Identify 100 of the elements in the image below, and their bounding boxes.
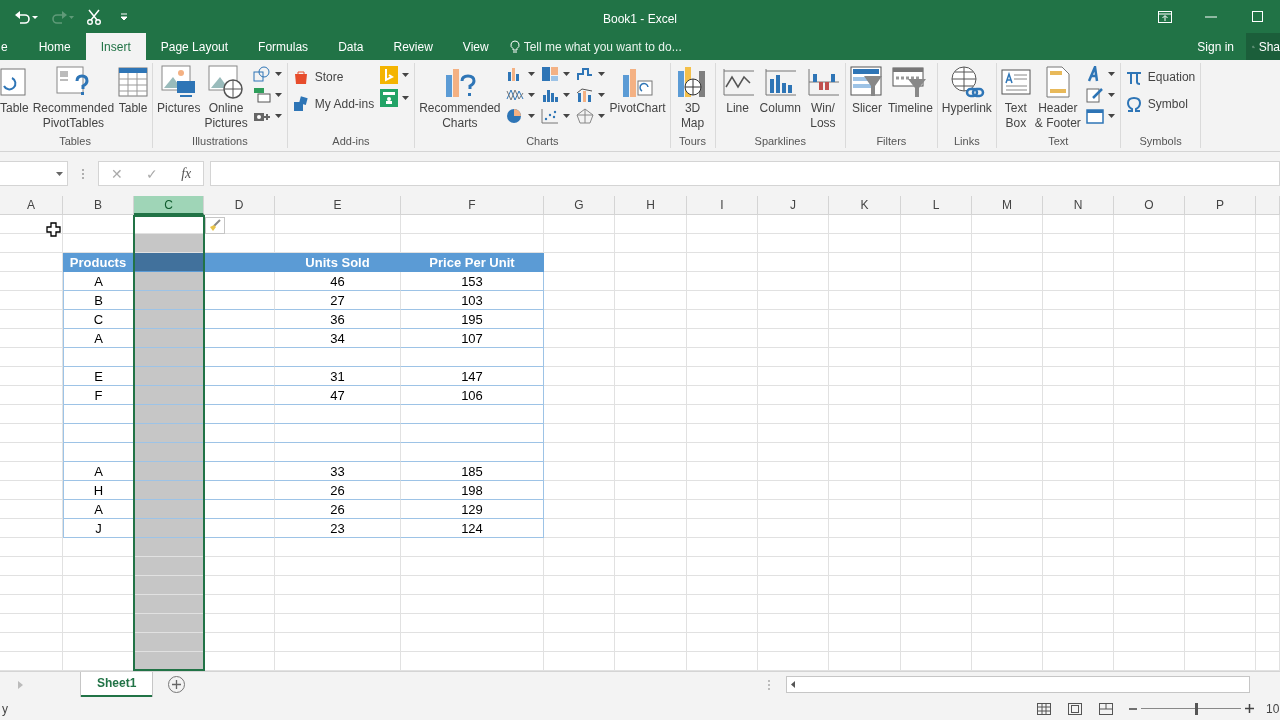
column-header[interactable]: F xyxy=(401,196,544,215)
table-cell xyxy=(204,519,275,538)
column-header[interactable]: C xyxy=(134,196,204,215)
ribbon-button[interactable]: Symbol xyxy=(1123,92,1198,116)
share-button[interactable]: Sha xyxy=(1246,33,1280,60)
ribbon-button[interactable]: Recommended Charts xyxy=(417,63,503,131)
column-header[interactable]: J xyxy=(758,196,829,215)
grid-cell xyxy=(829,329,901,348)
grid-cell xyxy=(1114,595,1185,614)
column-header[interactable]: B xyxy=(63,196,134,215)
ribbon-icon-button[interactable] xyxy=(378,88,412,108)
column-header[interactable]: D xyxy=(204,196,275,215)
column-header[interactable]: M xyxy=(972,196,1043,215)
ribbon-button[interactable]: 3D Map xyxy=(672,63,713,131)
page-layout-icon[interactable] xyxy=(1068,702,1082,715)
ribbon-button[interactable]: Store xyxy=(290,65,377,89)
grid-cell xyxy=(1114,291,1185,310)
column-header[interactable]: N xyxy=(1043,196,1114,215)
sign-in-link[interactable]: Sign in xyxy=(1185,33,1246,60)
ribbon-tab[interactable]: Review xyxy=(378,33,448,60)
grid-cell xyxy=(687,481,758,500)
table-cell xyxy=(134,386,204,405)
ribbon-tab[interactable]: Data xyxy=(323,33,379,60)
column-header[interactable]: K xyxy=(829,196,901,215)
undo-button[interactable] xyxy=(14,9,38,24)
grid-cell xyxy=(972,272,1043,291)
zoom-slider[interactable] xyxy=(1141,702,1241,715)
ribbon-icon-button[interactable] xyxy=(538,107,572,125)
ribbon-tab[interactable]: e xyxy=(0,33,24,60)
timeline-icon xyxy=(892,65,929,99)
slider-thumb[interactable] xyxy=(1195,702,1198,715)
table-cell xyxy=(63,348,134,367)
ribbon-tab[interactable]: Page Layout xyxy=(145,33,244,60)
ribbon-button[interactable]: Line xyxy=(717,63,758,116)
column-header[interactable]: G xyxy=(544,196,615,215)
grid-cell xyxy=(901,519,972,538)
insert-function-button[interactable]: fx xyxy=(181,165,192,182)
ribbon-button[interactable]: PivotChart xyxy=(607,63,668,116)
ribbon-tab[interactable]: View xyxy=(447,33,504,60)
grid-cell xyxy=(1043,595,1114,614)
normal-view-icon[interactable] xyxy=(1037,702,1051,715)
ribbon-tab[interactable]: Formulas xyxy=(243,33,324,60)
ribbon-button[interactable]: Pictures xyxy=(155,63,203,116)
ribbon-button[interactable]: Slicer xyxy=(847,63,886,116)
caret-icon xyxy=(597,114,605,118)
column-header[interactable]: H xyxy=(615,196,687,215)
column-header[interactable]: A xyxy=(0,196,63,215)
grid-cell xyxy=(972,234,1043,253)
ribbon-tab[interactable]: Home xyxy=(23,33,86,60)
ribbon-button[interactable]: Equation xyxy=(1123,65,1198,89)
grid-cell xyxy=(0,557,63,576)
ribbon-icon-button[interactable] xyxy=(573,107,607,125)
cut-button[interactable] xyxy=(86,8,102,25)
grid-cell xyxy=(204,538,275,557)
zoom-level[interactable]: 10 xyxy=(1266,701,1280,716)
ribbon-icon-button[interactable] xyxy=(378,65,412,85)
column-header[interactable]: P xyxy=(1185,196,1256,215)
ribbon-button[interactable]: Online Pictures xyxy=(202,63,250,131)
column-header[interactable]: I xyxy=(687,196,758,215)
grid-cell xyxy=(901,538,972,557)
column-header[interactable]: L xyxy=(901,196,972,215)
ribbon-button[interactable]: Table xyxy=(0,63,31,116)
grid-cell xyxy=(1185,367,1256,386)
grid-cell xyxy=(758,272,829,291)
plus-icon xyxy=(172,680,182,689)
tell-me-field[interactable]: Tell me what you want to do... xyxy=(509,33,682,60)
ribbon-button[interactable]: Header & Footer xyxy=(1032,63,1083,131)
column-header[interactable]: O xyxy=(1114,196,1185,215)
ribbon-button[interactable]: Text Box xyxy=(998,63,1033,131)
grid-cell xyxy=(972,557,1043,576)
ribbon-button[interactable]: My Add-ins xyxy=(290,92,377,116)
ribbon-tab[interactable]: Insert xyxy=(85,33,146,60)
table-cell xyxy=(204,310,275,329)
table-cell: F xyxy=(63,386,134,405)
ribbon-button[interactable]: Timeline xyxy=(885,63,935,116)
grid-cell xyxy=(687,367,758,386)
ribbon-button[interactable]: Column xyxy=(757,63,803,116)
ribbon-button[interactable]: Table xyxy=(116,63,151,116)
table-cell: 107 xyxy=(401,329,544,348)
column-header[interactable]: E xyxy=(275,196,401,215)
ribbon-button[interactable]: Recommended PivotTables xyxy=(30,63,117,131)
grid-cell xyxy=(544,215,615,234)
grid-cell xyxy=(1043,500,1114,519)
ribbon-icon-button[interactable] xyxy=(250,65,284,83)
grid-cell xyxy=(544,234,615,253)
formula-input[interactable] xyxy=(210,161,1280,186)
sheet-tab[interactable]: Sheet1 xyxy=(81,671,153,697)
horizontal-scrollbar[interactable] xyxy=(786,676,1250,693)
scatter-chart-icon xyxy=(540,108,559,124)
grid-cell xyxy=(687,462,758,481)
customize-toolbar-button[interactable] xyxy=(120,12,128,21)
page-break-icon[interactable] xyxy=(1099,702,1113,715)
ribbon-button[interactable]: Hyperlink xyxy=(939,63,994,116)
zoom-in-icon[interactable] xyxy=(1245,704,1254,713)
quick-analysis-icon[interactable] xyxy=(205,217,225,234)
ribbon-icon-button[interactable] xyxy=(1083,86,1117,104)
grid-cell xyxy=(687,595,758,614)
ribbon-icon-button[interactable] xyxy=(1083,107,1117,125)
ribbon-button[interactable]: Win/ Loss xyxy=(802,63,843,131)
grid-cell xyxy=(901,348,972,367)
